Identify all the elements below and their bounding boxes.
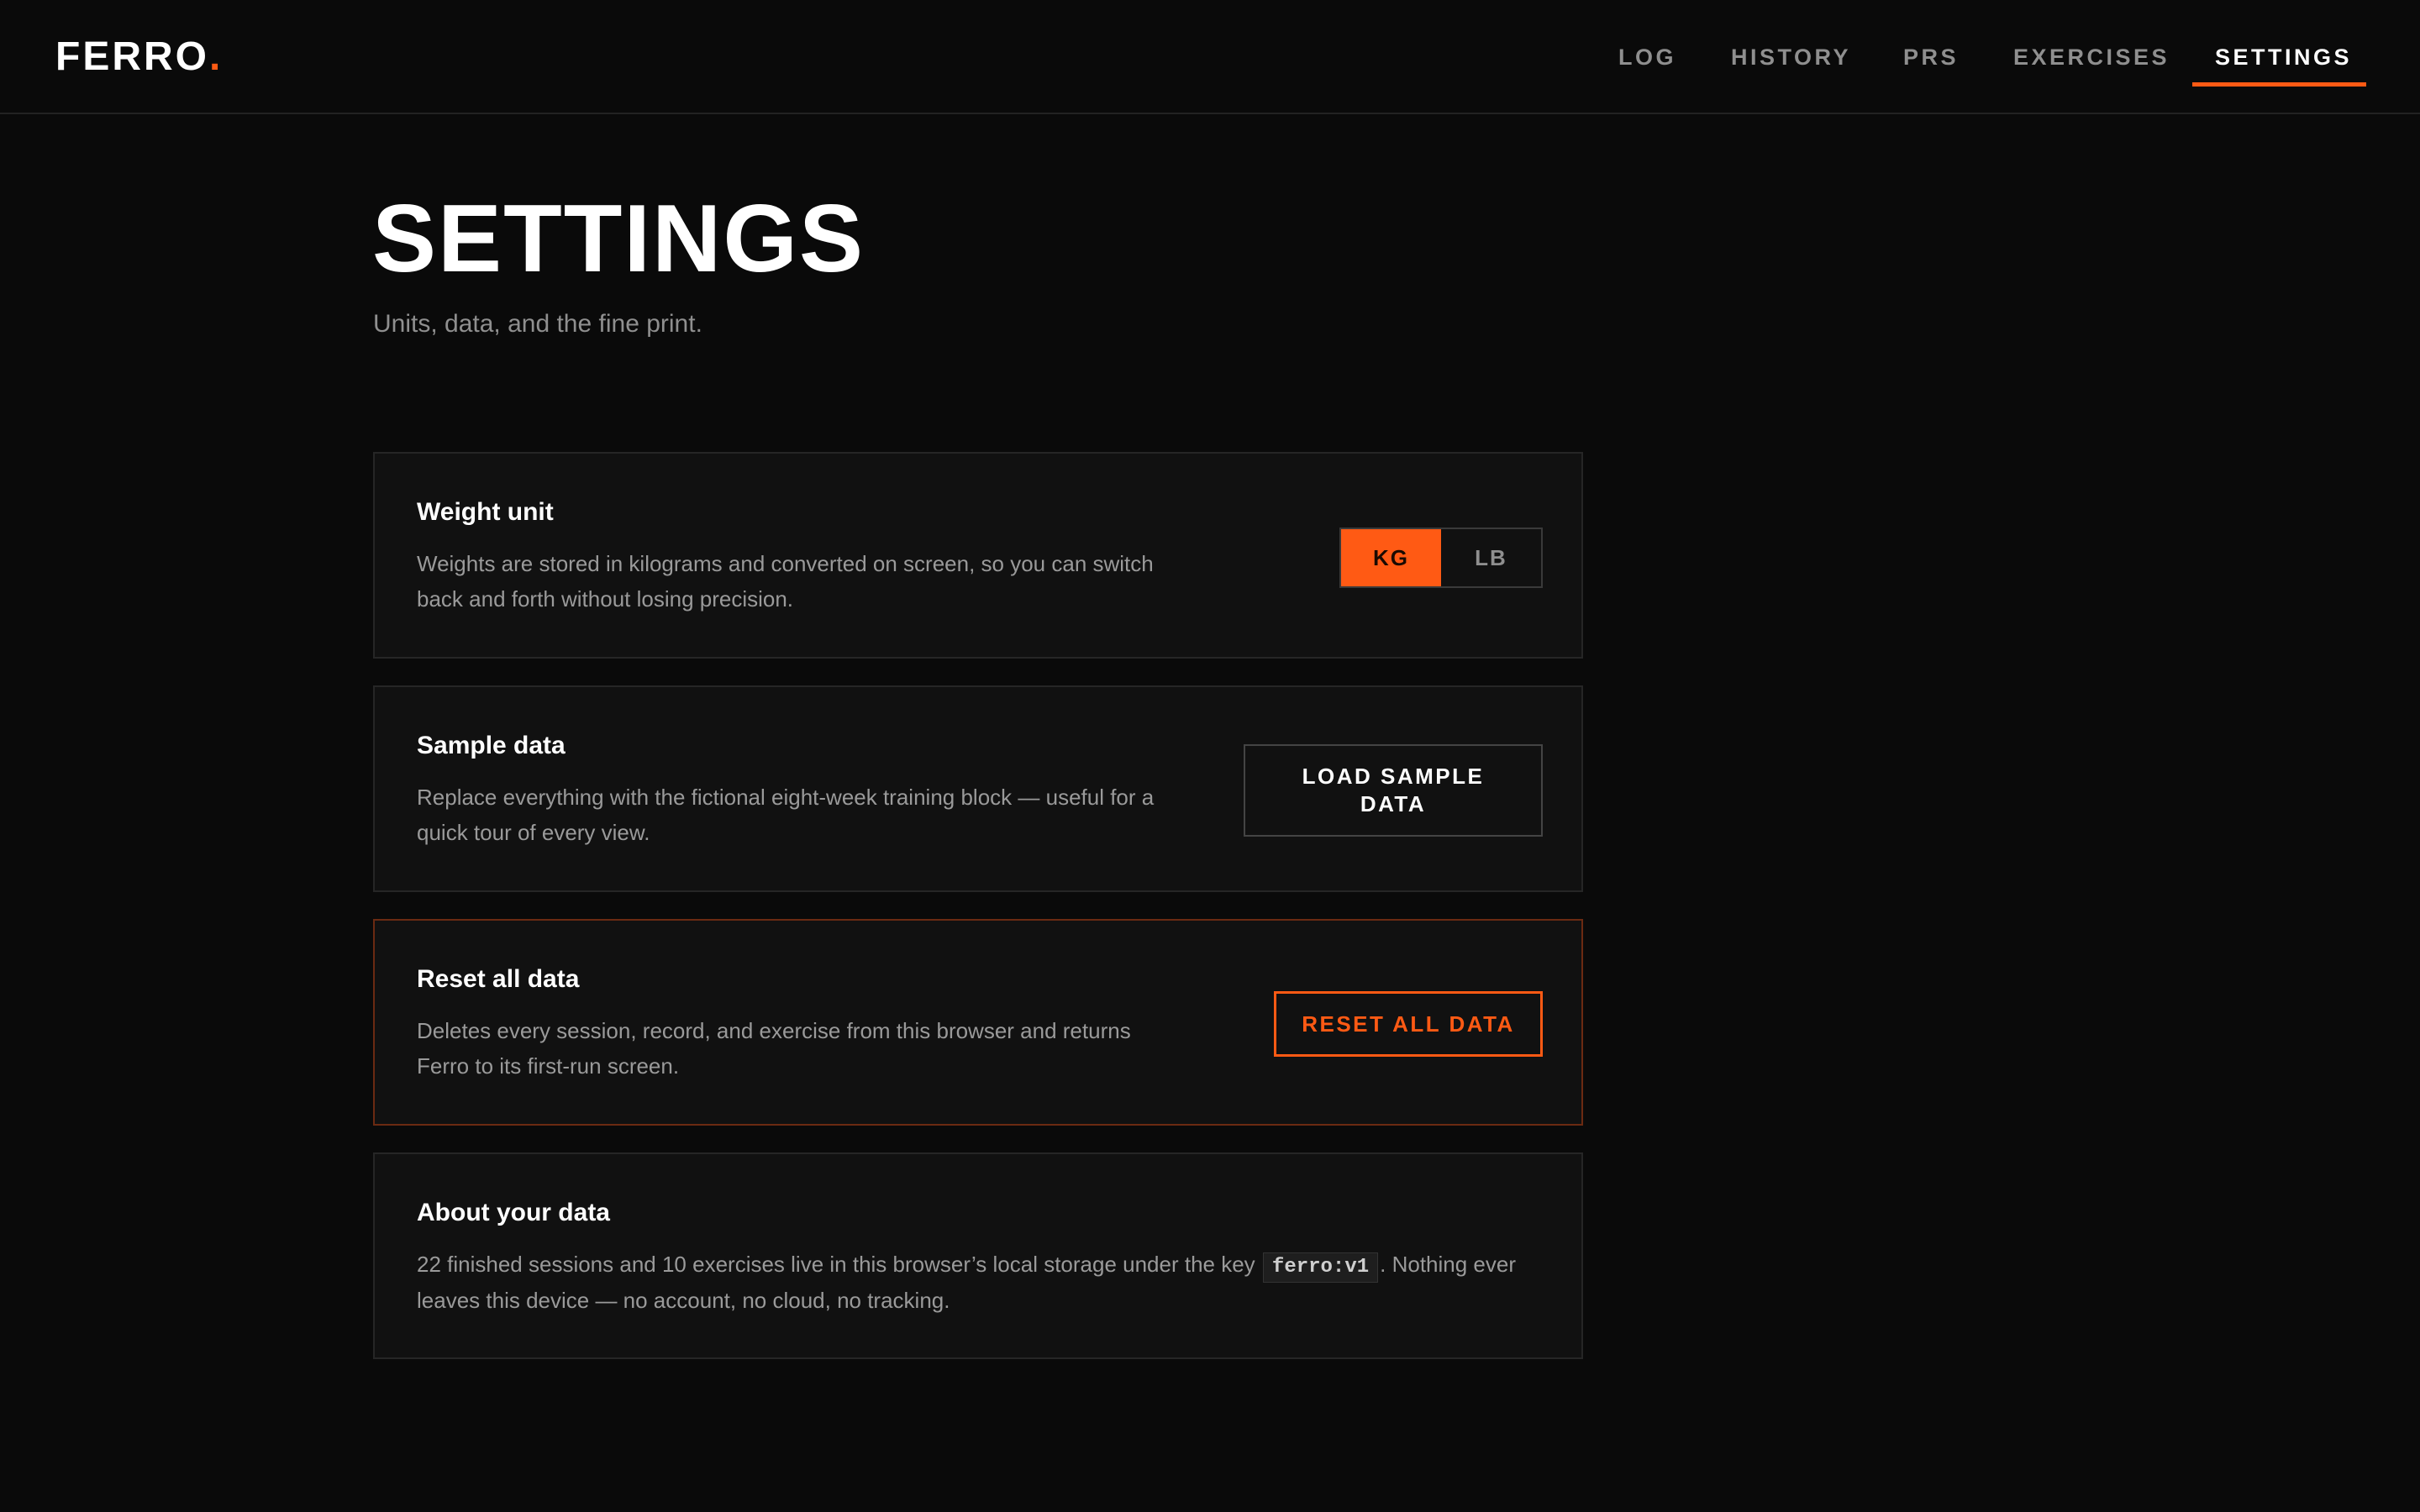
unit-option-kg[interactable]: KG (1341, 529, 1441, 586)
weight-unit-card: Weight unit Weights are stored in kilogr… (373, 452, 1583, 659)
about-text-before: 22 finished sessions and 10 exercises li… (417, 1252, 1261, 1277)
about-data-title: About your data (417, 1199, 610, 1226)
nav-item-history[interactable]: HISTORY (1731, 42, 1851, 72)
sample-data-card: Sample data Replace everything with the … (373, 685, 1583, 892)
unit-option-lb[interactable]: LB (1441, 529, 1541, 586)
logo-dot: . (209, 34, 224, 79)
sample-data-description: Replace everything with the fictional ei… (417, 785, 1155, 845)
ferro-logo[interactable]: FERRO. (55, 34, 223, 81)
reset-all-data-button[interactable]: RESET ALL DATA (1274, 991, 1543, 1057)
top-bar: FERRO. LOG HISTORY PRS EXERCISES SETTING… (0, 0, 2420, 114)
nav-item-prs[interactable]: PRS (1903, 42, 1959, 72)
weight-unit-title: Weight unit (417, 498, 554, 526)
active-nav-indicator (2192, 82, 2366, 87)
nav-item-log[interactable]: LOG (1618, 42, 1676, 72)
reset-data-description: Deletes every session, record, and exerc… (417, 1018, 1131, 1079)
nav-item-settings[interactable]: SETTINGS (2215, 42, 2352, 72)
about-data-description: 22 finished sessions and 10 exercises li… (417, 1247, 1551, 1318)
page-title: SETTINGS (372, 186, 865, 292)
sample-data-title: Sample data (417, 732, 566, 759)
weight-unit-description: Weights are stored in kilograms and conv… (417, 551, 1154, 612)
weight-unit-toggle: KG LB (1339, 528, 1543, 588)
reset-data-card: Reset all data Deletes every session, re… (373, 919, 1583, 1126)
load-sample-data-button[interactable]: LOAD SAMPLE DATA (1244, 744, 1543, 837)
reset-data-title: Reset all data (417, 965, 580, 993)
about-data-card: About your data 22 finished sessions and… (373, 1152, 1583, 1359)
storage-key-code: ferro:v1 (1262, 1252, 1379, 1283)
nav-item-exercises[interactable]: EXERCISES (2013, 42, 2170, 72)
page-subtitle: Units, data, and the fine print. (373, 310, 702, 338)
logo-text: FERRO (55, 34, 209, 79)
